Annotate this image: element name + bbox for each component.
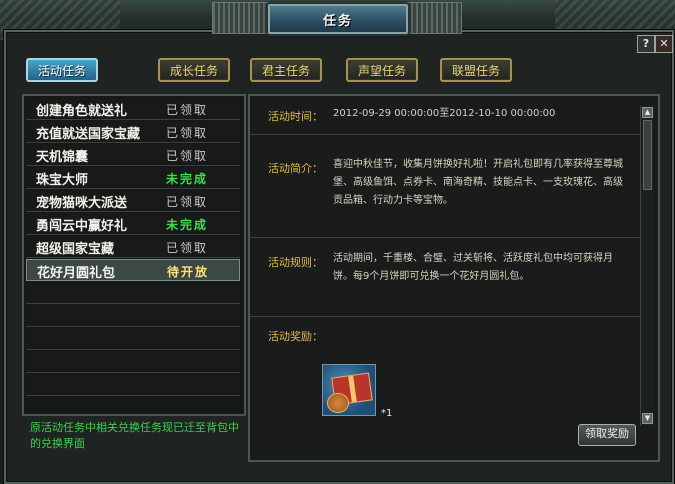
- tab-alliance-tasks[interactable]: 联盟任务: [440, 58, 512, 82]
- intro-label: 活动简介：: [268, 162, 323, 175]
- task-name: 创建角色就送礼: [36, 104, 128, 119]
- window-title: 任务: [268, 4, 408, 34]
- time-value: 2012-09-29 00:00:00至2012-10-10 00:00:00: [333, 108, 556, 119]
- tab-reputation-tasks[interactable]: 声望任务: [346, 58, 418, 82]
- empty-row: [26, 328, 240, 350]
- task-status: 待开放: [167, 265, 210, 279]
- reward-count: *1: [381, 408, 393, 419]
- claim-reward-button[interactable]: 领取奖励: [578, 424, 636, 446]
- task-status: 已领取: [166, 126, 209, 140]
- scroll-up-icon[interactable]: ▲: [642, 107, 653, 118]
- exchange-migration-note: 原活动任务中相关兑换任务现已迁至背包中的兑换界面: [30, 421, 239, 450]
- task-name: 珠宝大师: [36, 173, 89, 188]
- scroll-down-icon[interactable]: ▼: [642, 413, 653, 424]
- rules-label: 活动规则：: [268, 256, 323, 269]
- empty-row: [26, 351, 240, 373]
- empty-row: [26, 374, 240, 396]
- task-name: 花好月圆礼包: [37, 266, 116, 281]
- gift-ribbon: [348, 375, 357, 403]
- reward-label: 活动奖励：: [268, 330, 323, 343]
- task-status: 已领取: [166, 195, 209, 209]
- task-row[interactable]: 超级国家宝藏 已领取: [26, 236, 240, 258]
- task-detail-panel: 活动时间： 2012-09-29 00:00:00至2012-10-10 00:…: [248, 94, 660, 462]
- task-row[interactable]: 宠物猫咪大派送 已领取: [26, 190, 240, 212]
- task-status: 已领取: [166, 241, 209, 255]
- time-section: 活动时间： 2012-09-29 00:00:00至2012-10-10 00:…: [250, 96, 640, 135]
- close-button[interactable]: ✕: [655, 35, 673, 53]
- task-status: 未完成: [166, 218, 209, 232]
- intro-value: 喜迎中秋佳节，收集月饼换好礼啦！开启礼包即有几率获得至尊城堡、高级鱼饵、点券卡、…: [333, 159, 623, 206]
- task-name: 宠物猫咪大派送: [36, 196, 128, 211]
- task-row[interactable]: 珠宝大师 未完成: [26, 167, 240, 189]
- rules-section: 活动规则： 活动期间，千重楼、合璧、过关斩将、活跃度礼包中均可获得月饼。每9个月…: [250, 238, 640, 317]
- title-ornament-left: [212, 2, 274, 34]
- task-row[interactable]: 充值就送国家宝藏 已领取: [26, 121, 240, 143]
- task-row[interactable]: 天机锦囊 已领取: [26, 144, 240, 166]
- empty-row: [26, 282, 240, 304]
- task-name: 勇闯云中赢好礼: [36, 219, 128, 234]
- tab-growth-tasks[interactable]: 成长任务: [158, 58, 230, 82]
- task-name: 充值就送国家宝藏: [36, 127, 141, 142]
- tab-activity-tasks[interactable]: 活动任务: [26, 58, 98, 82]
- task-list-panel: 创建角色就送礼 已领取 充值就送国家宝藏 已领取 天机锦囊 已领取 珠宝大师 未…: [22, 94, 246, 416]
- empty-row: [26, 305, 240, 327]
- task-row[interactable]: 勇闯云中赢好礼 未完成: [26, 213, 240, 235]
- detail-scrollbar[interactable]: ▲ ▼: [640, 106, 654, 426]
- task-name: 超级国家宝藏: [36, 242, 115, 257]
- task-status: 未完成: [166, 172, 209, 186]
- help-button[interactable]: ?: [637, 35, 655, 53]
- intro-section: 活动简介： 喜迎中秋佳节，收集月饼换好礼啦！开启礼包即有几率获得至尊城堡、高级鱼…: [250, 135, 640, 238]
- title-ornament-right: [400, 2, 462, 34]
- task-row-selected[interactable]: 花好月圆礼包 待开放: [26, 259, 240, 281]
- task-name: 天机锦囊: [36, 150, 89, 165]
- rules-value: 活动期间，千重楼、合璧、过关斩将、活跃度礼包中均可获得月饼。每9个月饼即可兑换一…: [333, 253, 613, 282]
- time-label: 活动时间：: [268, 110, 323, 123]
- scroll-thumb[interactable]: [643, 120, 652, 190]
- mooncake-gift-icon[interactable]: [322, 364, 376, 416]
- task-row[interactable]: 创建角色就送礼 已领取: [26, 98, 240, 120]
- task-status: 已领取: [166, 103, 209, 117]
- mooncake-icon: [327, 393, 349, 413]
- task-status: 已领取: [166, 149, 209, 163]
- tab-lord-tasks[interactable]: 君主任务: [250, 58, 322, 82]
